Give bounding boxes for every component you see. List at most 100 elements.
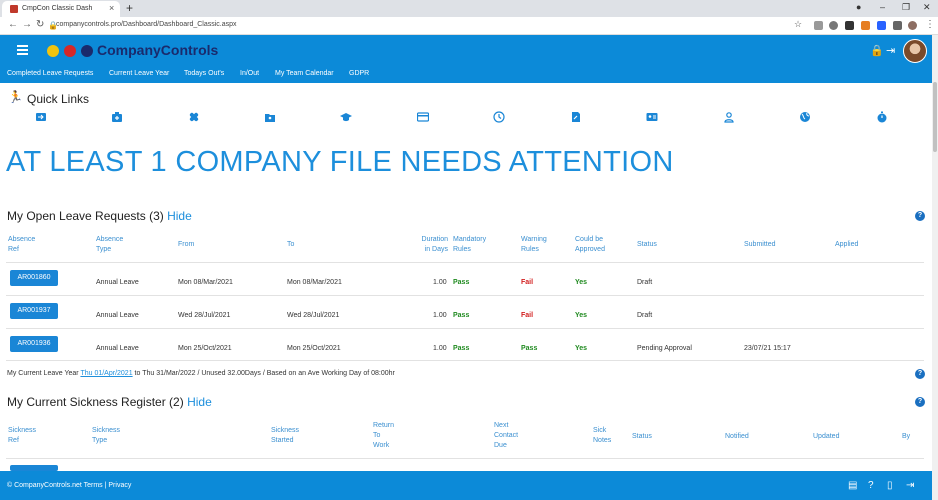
- extension-icon[interactable]: [845, 21, 854, 30]
- help-circle-icon[interactable]: ?: [868, 480, 874, 491]
- nav-completed-leave[interactable]: Completed Leave Requests: [7, 70, 93, 77]
- lock-icon[interactable]: 🔒: [870, 44, 884, 57]
- browser-tab-bar: CmpCon Classic Dash × + ● – ❐ ✕: [0, 0, 938, 17]
- col-sickness-ref: Sickness Ref: [8, 427, 37, 444]
- user-icon[interactable]: [723, 111, 735, 123]
- request-status: Draft: [637, 279, 653, 286]
- help-icon[interactable]: ?: [915, 211, 925, 221]
- col-warning-rules: Warning Rules: [521, 236, 547, 253]
- scrollbar-thumb[interactable]: [933, 82, 937, 152]
- row-divider: [6, 262, 924, 263]
- col-by: By: [902, 433, 911, 440]
- record-icon[interactable]: ●: [856, 2, 861, 12]
- sickness-hide-link[interactable]: Hide: [187, 395, 212, 409]
- credit-card-icon[interactable]: [417, 111, 429, 123]
- extension-icon[interactable]: [814, 21, 823, 30]
- menu-dots-icon[interactable]: ⋮: [925, 19, 935, 30]
- id-card-icon[interactable]: [646, 111, 658, 123]
- sickness-section-title: My Current Sickness Register (2) Hide: [7, 395, 212, 409]
- logout-icon[interactable]: ⇥: [906, 480, 914, 491]
- from-date: Wed 28/Jul/2021: [178, 312, 231, 319]
- col-submitted: Submitted: [744, 241, 776, 248]
- app-header: CompanyControls 🔒 ⇥: [0, 35, 932, 66]
- sign-in-icon[interactable]: [35, 111, 47, 123]
- tab-close-icon[interactable]: ×: [109, 3, 114, 13]
- window-close-icon[interactable]: ✕: [923, 2, 931, 13]
- to-date: Wed 28/Jul/2021: [287, 312, 340, 319]
- nav-team-calendar[interactable]: My Team Calendar: [275, 70, 334, 77]
- col-notified: Notified: [725, 433, 749, 440]
- graduation-cap-icon[interactable]: [340, 111, 352, 123]
- logout-icon[interactable]: ⇥: [886, 44, 895, 57]
- warning-rules-status: Pass: [521, 345, 538, 352]
- submitted-date: 23/07/21 15:17: [744, 345, 791, 352]
- col-applied: Applied: [835, 241, 859, 248]
- footer-text[interactable]: © CompanyControls.net Terms | Privacy: [7, 482, 131, 489]
- help-icon[interactable]: ?: [915, 369, 925, 379]
- globe-icon[interactable]: [799, 111, 811, 123]
- duration: 1.00: [433, 279, 447, 286]
- nav-current-leave-year[interactable]: Current Leave Year: [109, 70, 169, 77]
- from-date: Mon 08/Mar/2021: [178, 279, 233, 286]
- col-from: From: [178, 241, 195, 248]
- star-icon[interactable]: ☆: [794, 19, 802, 30]
- absence-type: Annual Leave: [96, 345, 139, 352]
- footer: © CompanyControls.net Terms | Privacy ▤ …: [0, 471, 932, 500]
- stopwatch-icon[interactable]: [876, 111, 888, 123]
- extension-icon[interactable]: [861, 21, 870, 30]
- could-be-approved: Yes: [575, 345, 588, 352]
- nav-gdpr[interactable]: GDPR: [349, 70, 369, 77]
- extension-icon[interactable]: [877, 21, 886, 30]
- medical-bag-icon[interactable]: [111, 111, 123, 123]
- address-bar: ← → ↻ 🔒 companycontrols.pro/Dashboard/Da…: [0, 17, 938, 35]
- extension-icon[interactable]: [829, 21, 838, 30]
- running-person-icon: 🏃: [8, 90, 23, 104]
- col-duration: Duration in Days: [421, 236, 448, 253]
- to-date: Mon 25/Oct/2021: [287, 345, 341, 352]
- absence-ref-button[interactable]: AR001860: [10, 270, 58, 286]
- absence-ref-button[interactable]: AR001937: [10, 303, 58, 319]
- browser-tab[interactable]: CmpCon Classic Dash ×: [2, 1, 120, 17]
- absence-type: Annual Leave: [96, 312, 139, 319]
- absence-ref-button[interactable]: AR001936: [10, 336, 58, 352]
- col-absence-ref: Absence Ref: [8, 236, 36, 253]
- url-field[interactable]: companycontrols.pro/Dashboard/Dashboard_…: [56, 21, 237, 28]
- bandage-icon[interactable]: [188, 111, 200, 123]
- nav-todays-outs[interactable]: Todays Out's: [184, 70, 224, 77]
- minimize-icon[interactable]: –: [880, 2, 885, 12]
- col-next-contact-due: Next Contact Due: [494, 422, 519, 449]
- col-updated: Updated: [813, 433, 840, 440]
- duration: 1.00: [433, 345, 447, 352]
- request-status: Draft: [637, 312, 653, 319]
- hamburger-icon[interactable]: [17, 45, 28, 55]
- leave-year-start-link[interactable]: Thu 01/Apr/2021: [80, 370, 132, 377]
- maximize-icon[interactable]: ❐: [902, 2, 910, 13]
- leave-year-info: My Current Leave Year Thu 01/Apr/2021 to…: [7, 370, 395, 377]
- row-divider: [6, 328, 924, 329]
- clock-icon[interactable]: [493, 111, 505, 123]
- help-icon[interactable]: ?: [915, 397, 925, 407]
- from-date: Mon 25/Oct/2021: [178, 345, 232, 352]
- avatar[interactable]: [903, 39, 927, 63]
- row-divider: [6, 360, 924, 361]
- folder-user-icon[interactable]: [264, 111, 276, 123]
- new-tab-icon[interactable]: +: [126, 1, 133, 15]
- attention-alert: AT LEAST 1 COMPANY FILE NEEDS ATTENTION: [6, 146, 674, 178]
- document-edit-icon[interactable]: [570, 111, 582, 123]
- leave-hide-link[interactable]: Hide: [167, 209, 192, 223]
- profile-icon[interactable]: [908, 21, 917, 30]
- col-to: To: [287, 241, 295, 248]
- reload-icon[interactable]: ↻: [36, 19, 44, 30]
- favicon-icon: [10, 5, 18, 13]
- col-sickness-started: Sickness Started: [271, 427, 300, 444]
- forward-icon[interactable]: →: [22, 19, 32, 30]
- puzzle-icon[interactable]: [893, 21, 902, 30]
- tab-title: CmpCon Classic Dash: [22, 5, 93, 12]
- logo-icon: [47, 45, 93, 57]
- absence-type: Annual Leave: [96, 279, 139, 286]
- quick-links-title: Quick Links: [27, 92, 90, 106]
- back-icon[interactable]: ←: [8, 19, 18, 30]
- nav-in-out[interactable]: In/Out: [240, 70, 259, 77]
- mobile-icon[interactable]: ▯: [887, 480, 893, 491]
- chat-icon[interactable]: ▤: [848, 480, 857, 491]
